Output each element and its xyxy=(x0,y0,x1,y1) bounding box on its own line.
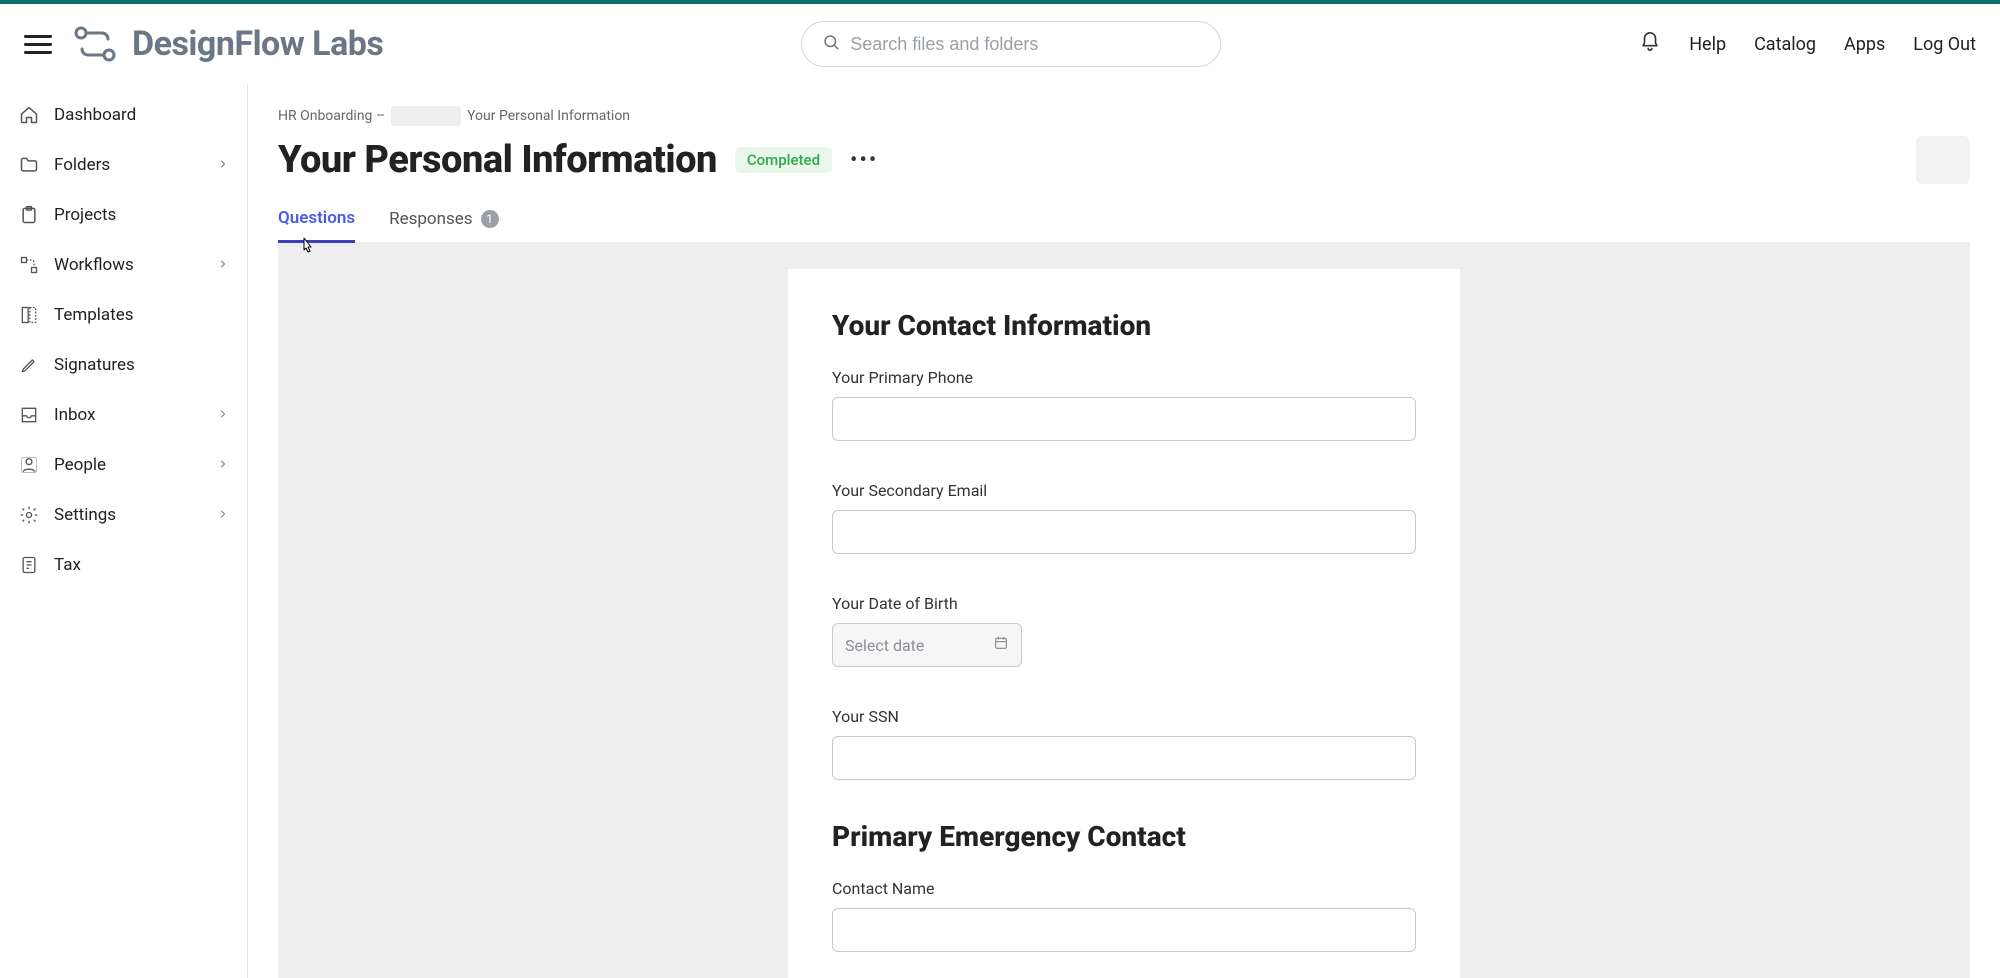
tab-label: Questions xyxy=(278,208,355,228)
sidebar-item-label: People xyxy=(54,455,106,475)
more-actions-button[interactable]: ••• xyxy=(850,148,878,173)
global-search[interactable] xyxy=(801,21,1221,67)
sidebar-item-label: Inbox xyxy=(54,405,96,425)
breadcrumb-leaf[interactable]: Your Personal Information xyxy=(467,108,630,124)
input-dob[interactable]: Select date xyxy=(832,623,1022,667)
label-ssn: Your SSN xyxy=(832,707,1416,726)
tab-label: Responses xyxy=(389,209,472,229)
sidebar-item-label: Folders xyxy=(54,155,110,175)
breadcrumb-root[interactable]: HR Onboarding – xyxy=(278,108,385,124)
help-link[interactable]: Help xyxy=(1689,34,1726,55)
sidebar-item-templates[interactable]: Templates xyxy=(0,290,247,340)
sidebar-item-label: Workflows xyxy=(54,255,134,275)
chevron-right-icon xyxy=(217,405,229,425)
input-ssn[interactable] xyxy=(832,736,1416,780)
section-emergency-contact: Primary Emergency Contact xyxy=(832,820,1416,853)
people-icon xyxy=(18,454,40,476)
status-badge: Completed xyxy=(735,147,832,173)
tax-icon xyxy=(18,554,40,576)
workflow-icon xyxy=(18,254,40,276)
sidebar-item-projects[interactable]: Projects xyxy=(0,190,247,240)
chevron-right-icon xyxy=(217,455,229,475)
label-secondary-email: Your Secondary Email xyxy=(832,481,1416,500)
chevron-right-icon xyxy=(217,505,229,525)
sidebar-item-signatures[interactable]: Signatures xyxy=(0,340,247,390)
brand[interactable]: DesignFlow Labs xyxy=(72,24,383,64)
sidebar-item-label: Projects xyxy=(54,205,116,225)
responses-count-badge: 1 xyxy=(481,210,499,228)
gear-icon xyxy=(18,504,40,526)
chevron-right-icon xyxy=(217,255,229,275)
sidebar-item-label: Signatures xyxy=(54,355,135,375)
sidebar: Dashboard Folders Projects Workflows xyxy=(0,84,248,978)
chevron-right-icon xyxy=(217,155,229,175)
form-canvas: Your Contact Information Your Primary Ph… xyxy=(278,243,1970,978)
input-primary-phone[interactable] xyxy=(832,397,1416,441)
notifications-button[interactable] xyxy=(1639,31,1661,58)
label-contact-name: Contact Name xyxy=(832,879,1416,898)
clipboard-icon xyxy=(18,204,40,226)
input-secondary-email[interactable] xyxy=(832,510,1416,554)
breadcrumb: HR Onboarding – Your Personal Informatio… xyxy=(278,106,1970,126)
apps-link[interactable]: Apps xyxy=(1844,34,1885,55)
sidebar-item-settings[interactable]: Settings xyxy=(0,490,247,540)
breadcrumb-redacted xyxy=(391,106,461,126)
sidebar-item-folders[interactable]: Folders xyxy=(0,140,247,190)
label-dob: Your Date of Birth xyxy=(832,594,1416,613)
tab-responses[interactable]: Responses 1 xyxy=(389,208,498,242)
calendar-icon xyxy=(993,635,1009,655)
sidebar-item-tax[interactable]: Tax xyxy=(0,540,247,590)
sidebar-item-inbox[interactable]: Inbox xyxy=(0,390,247,440)
logout-link[interactable]: Log Out xyxy=(1913,34,1976,55)
brand-name: DesignFlow Labs xyxy=(132,24,383,64)
tab-questions[interactable]: Questions xyxy=(278,208,355,243)
header-action-placeholder[interactable] xyxy=(1916,136,1970,184)
pen-icon xyxy=(18,354,40,376)
main-content: HR Onboarding – Your Personal Informatio… xyxy=(248,84,2000,978)
form-card: Your Contact Information Your Primary Ph… xyxy=(788,269,1460,978)
search-input[interactable] xyxy=(850,34,1200,55)
page-title: Your Personal Information xyxy=(278,138,717,182)
home-icon xyxy=(18,104,40,126)
sidebar-item-label: Dashboard xyxy=(54,105,136,125)
inbox-icon xyxy=(18,404,40,426)
app-header: DesignFlow Labs Help Catalog Apps Log Ou… xyxy=(0,4,2000,84)
folder-icon xyxy=(18,154,40,176)
header-right-nav: Help Catalog Apps Log Out xyxy=(1639,31,1976,58)
tabs: Questions Responses 1 xyxy=(278,208,1970,243)
sidebar-item-workflows[interactable]: Workflows xyxy=(0,240,247,290)
sidebar-item-people[interactable]: People xyxy=(0,440,247,490)
template-icon xyxy=(18,304,40,326)
sidebar-item-dashboard[interactable]: Dashboard xyxy=(0,90,247,140)
section-contact-info: Your Contact Information xyxy=(832,309,1416,342)
sidebar-item-label: Templates xyxy=(54,305,134,325)
sidebar-item-label: Settings xyxy=(54,505,116,525)
catalog-link[interactable]: Catalog xyxy=(1754,34,1816,55)
brand-logo-icon xyxy=(72,24,118,64)
dob-placeholder: Select date xyxy=(845,636,924,655)
search-icon xyxy=(822,33,840,55)
menu-toggle-button[interactable] xyxy=(24,30,52,58)
label-primary-phone: Your Primary Phone xyxy=(832,368,1416,387)
input-contact-name[interactable] xyxy=(832,908,1416,952)
sidebar-item-label: Tax xyxy=(54,555,81,575)
